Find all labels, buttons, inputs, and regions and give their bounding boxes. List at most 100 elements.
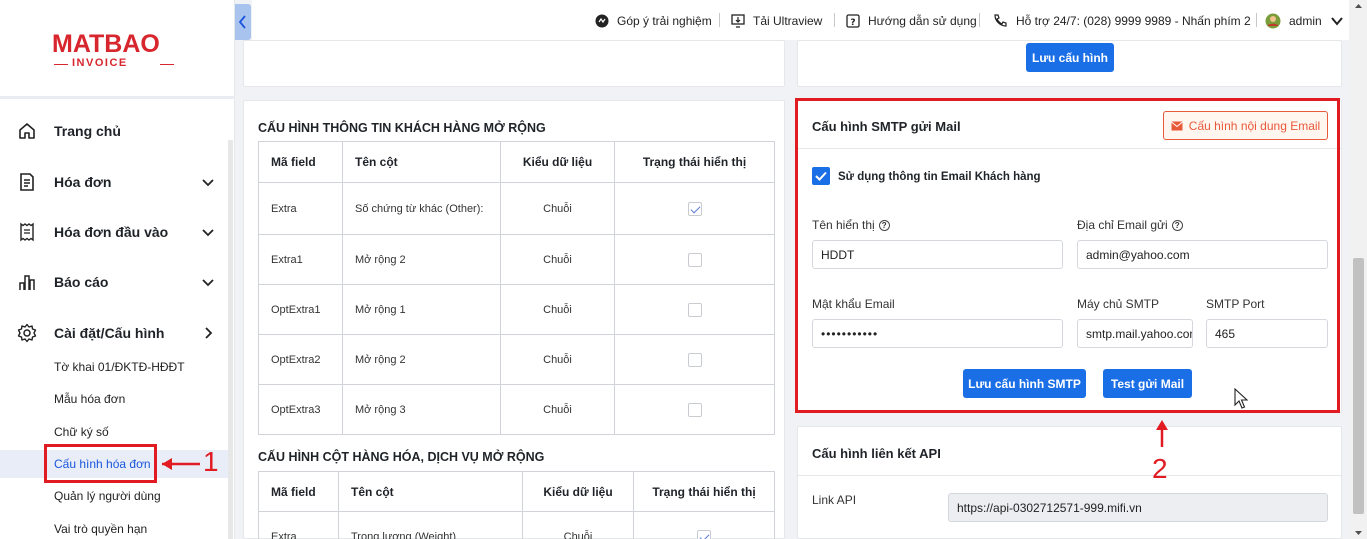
sidebar-collapse-button[interactable] [235, 4, 251, 40]
monitor-download-icon [731, 14, 745, 28]
visibility-checkbox[interactable] [687, 402, 702, 417]
top-left-panel [243, 40, 785, 87]
visibility-cell [633, 511, 775, 539]
sidebar-subitem-invoice-template[interactable]: Mẫu hóa đơn [0, 385, 228, 413]
column-header: Trạng thái hiển thị [614, 141, 775, 183]
logo-text: MATBAO [52, 30, 160, 58]
feedback-icon [595, 14, 609, 28]
save-config-button[interactable]: Lưu cấu hình [1026, 43, 1114, 72]
sidebar-item-label: Cài đặt/Cấu hình [54, 325, 165, 341]
invoice-icon [20, 173, 34, 191]
sidebar-subitem-roles[interactable]: Vai trò quyền hạn [0, 515, 228, 539]
chevron-right-icon [205, 327, 213, 339]
column-header: Kiểu dữ liệu [500, 141, 615, 183]
logo-subtext: INVOICE [72, 57, 128, 69]
visibility-checkbox[interactable] [687, 252, 702, 267]
column-header: Mã field [258, 471, 339, 512]
chevron-down-icon [202, 229, 214, 237]
column-name: Số chứng từ khác (Other): [342, 182, 501, 235]
main-scrollbar[interactable] [1350, 0, 1367, 539]
annotation-number-1: 1 [203, 446, 219, 477]
sidebar-subitem-label: Mẫu hóa đơn [54, 392, 126, 406]
data-type: Chuỗi [500, 284, 615, 335]
column-header: Trạng thái hiển thị [633, 471, 775, 512]
api-config-panel: Cấu hình liên kết API Link API https://a… [797, 426, 1342, 539]
feedback-link[interactable]: Góp ý trải nghiệm [595, 12, 712, 30]
input-invoice-icon [20, 222, 34, 242]
sidebar-subitem-label: Tờ khai 01/ĐKTĐ-HĐĐT [54, 360, 185, 374]
matbao-logo[interactable]: MATBAO INVOICE [52, 30, 182, 74]
phone-icon [994, 14, 1007, 27]
topbar-divider [979, 13, 980, 27]
data-type: Chuỗi [500, 234, 615, 285]
column-name: Trọng lượng (Weight) [338, 511, 523, 539]
sidebar-item-settings[interactable]: Cài đặt/Cấu hình [0, 318, 235, 348]
data-type: Chuỗi [500, 384, 615, 435]
field-code: Extra1 [258, 234, 343, 285]
visibility-checkbox[interactable] [687, 302, 702, 317]
visibility-checkbox[interactable] [697, 529, 711, 539]
sidebar-item-invoice[interactable]: Hóa đơn [0, 167, 235, 197]
table-row: Extra Trọng lượng (Weight) Chuỗi [258, 511, 775, 539]
user-menu[interactable]: admin [1265, 12, 1352, 30]
home-icon [19, 123, 35, 139]
support-label: Hỗ trợ 24/7: (028) 9999 9989 - Nhấn phím… [1016, 14, 1251, 28]
annotation-arrow-up-icon [1156, 420, 1168, 447]
field-code: OptExtra2 [258, 334, 343, 385]
topbar-divider [834, 13, 835, 27]
chevron-down-icon [202, 179, 214, 187]
visibility-cell [614, 234, 775, 285]
annotation-number-2: 2 [1152, 453, 1168, 484]
annotation-box-1 [44, 444, 157, 483]
column-name: Mở rộng 1 [342, 284, 501, 335]
table-row: OptExtra2 Mở rộng 2 Chuỗi [258, 334, 775, 385]
field-code: OptExtra1 [258, 284, 343, 335]
feedback-label: Góp ý trải nghiệm [617, 14, 712, 28]
data-type: Chuỗi [500, 334, 615, 385]
sidebar-item-label: Hóa đơn đầu vào [54, 224, 169, 240]
ultraview-label: Tải Ultraview [753, 14, 823, 28]
chevron-left-icon [238, 15, 246, 29]
visibility-cell [614, 384, 775, 435]
topbar-divider [719, 13, 720, 27]
visibility-cell [614, 182, 775, 235]
scroll-up-icon[interactable] [1350, 0, 1367, 12]
gear-icon [17, 323, 37, 343]
extension-config-panel: CẤU HÌNH THÔNG TIN KHÁCH HÀNG MỞ RỘNG Mã… [243, 100, 785, 539]
column-header: Tên cột [342, 141, 501, 183]
visibility-cell [614, 334, 775, 385]
column-header: Tên cột [338, 471, 523, 512]
sidebar-subitem-digital-signature[interactable]: Chữ ký số [0, 418, 228, 446]
top-right-panel: Lưu cấu hình [797, 40, 1342, 87]
sidebar-item-reports[interactable]: Báo cáo [0, 267, 235, 297]
sidebar-item-input-invoice[interactable]: Hóa đơn đầu vào [0, 217, 235, 247]
visibility-checkbox[interactable] [687, 201, 702, 216]
support-hotline[interactable]: Hỗ trợ 24/7: (028) 9999 9989 - Nhấn phím… [992, 12, 1251, 30]
top-bar: Góp ý trải nghiệm Tải Ultraview ? Hướng … [252, 0, 1349, 40]
visibility-cell [614, 284, 775, 335]
api-link-input[interactable]: https://api-0302712571-999.mifi.vn [948, 493, 1328, 522]
annotation-box-2 [795, 98, 1340, 413]
ultraview-link[interactable]: Tải Ultraview [731, 12, 822, 30]
customer-ext-table: Mã field Tên cột Kiểu dữ liệu Trạng thái… [258, 141, 775, 435]
field-code: Extra [258, 511, 339, 539]
table-row: Extra1 Mở rộng 2 Chuỗi [258, 234, 775, 285]
sidebar-divider [0, 96, 235, 99]
api-title: Cấu hình liên kết API [812, 446, 941, 461]
sidebar-subitem-label: Quản lý người dùng [54, 489, 161, 503]
sidebar-subitem-declaration[interactable]: Tờ khai 01/ĐKTĐ-HĐĐT [0, 353, 228, 381]
column-name: Mở rộng 2 [342, 334, 501, 385]
sidebar-scrollbar[interactable] [228, 140, 233, 539]
topbar-divider [1256, 13, 1257, 27]
field-code: Extra [258, 182, 343, 235]
sidebar-item-home[interactable]: Trang chủ [0, 116, 235, 146]
column-header: Mã field [258, 141, 343, 183]
scrollbar-thumb[interactable] [1353, 258, 1364, 514]
scroll-down-icon[interactable] [1350, 527, 1367, 539]
field-code: OptExtra3 [258, 384, 343, 435]
visibility-checkbox[interactable] [687, 352, 702, 367]
chevron-down-icon [1330, 17, 1343, 26]
guide-link[interactable]: ? Hướng dẫn sử dụng [846, 12, 977, 30]
sidebar-subitem-user-management[interactable]: Quản lý người dùng [0, 482, 228, 510]
username: admin [1289, 14, 1322, 28]
